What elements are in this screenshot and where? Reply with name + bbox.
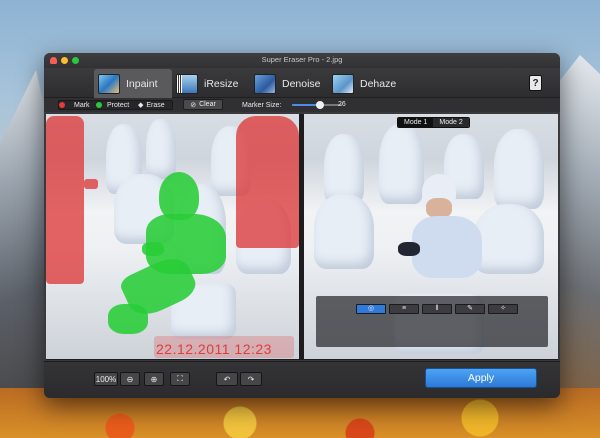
mode-2-button[interactable]: Mode 2 bbox=[433, 118, 469, 127]
protect-dot-icon bbox=[96, 102, 102, 108]
iresize-icon bbox=[176, 73, 198, 94]
mark-label: Mark bbox=[74, 101, 90, 109]
fit-to-window-button[interactable]: ⛶ bbox=[170, 372, 190, 386]
tab-inpaint-label: Inpaint bbox=[126, 77, 158, 90]
zoom-out-icon: ⊖ bbox=[126, 374, 134, 384]
mark-dot-icon bbox=[59, 102, 65, 108]
inpaint-icon bbox=[98, 73, 120, 94]
tab-iresize[interactable]: iResize bbox=[172, 69, 250, 98]
window-title: Super Eraser Pro - 2.jpg bbox=[261, 55, 343, 64]
options-bar: Mark Protect ◆ Erase ⊘ Clear Marker Size… bbox=[44, 98, 560, 112]
tab-denoise[interactable]: Denoise bbox=[250, 69, 328, 98]
eraser-icon: ◆ bbox=[138, 102, 144, 109]
marker-size-value: 26 bbox=[338, 101, 346, 108]
mark-mask-person-right bbox=[236, 116, 299, 248]
protect-mask-boots bbox=[108, 304, 148, 334]
pause-tool-button[interactable]: ‖ bbox=[422, 304, 452, 314]
marker-size-caption: Marker Size: bbox=[242, 100, 281, 110]
marker-size-label: Marker Size: bbox=[242, 101, 282, 109]
snow-sculpture bbox=[314, 194, 374, 269]
protect-mask-hand bbox=[142, 242, 164, 256]
tab-denoise-label: Denoise bbox=[282, 77, 321, 90]
zoom-level-button[interactable]: 100% bbox=[94, 372, 118, 386]
snow-sculpture bbox=[146, 119, 176, 179]
date-watermark: 22.12.2011 12:23 bbox=[156, 341, 272, 357]
snow-sculpture bbox=[379, 124, 424, 204]
apply-button[interactable]: Apply bbox=[425, 368, 537, 388]
denoise-icon bbox=[254, 73, 276, 94]
mark-mask-stroke bbox=[84, 179, 98, 189]
target-icon: ◎ bbox=[367, 305, 375, 312]
protect-mask-head bbox=[159, 172, 199, 220]
mark-option[interactable]: Mark bbox=[59, 100, 90, 110]
target-tool-button[interactable]: ◎ bbox=[356, 304, 386, 314]
wand-icon: ✧ bbox=[500, 305, 506, 312]
brush-icon: ✎ bbox=[467, 305, 473, 312]
edit-canvas[interactable]: 22.12.2011 12:23 bbox=[46, 114, 299, 359]
child-glove bbox=[398, 242, 420, 256]
protect-label: Protect bbox=[107, 101, 130, 109]
help-button[interactable]: ? bbox=[529, 75, 542, 91]
tab-iresize-label: iResize bbox=[204, 77, 239, 90]
mode-tabs: Inpaint iResize Denoise Dehaze bbox=[94, 69, 406, 98]
clear-icon: ⊘ bbox=[190, 101, 197, 109]
redo-button[interactable]: ↷ bbox=[240, 372, 262, 386]
preview-mode-segment: Mode 1 Mode 2 bbox=[397, 117, 470, 128]
zoom-out-button[interactable]: ⊖ bbox=[120, 372, 140, 386]
erase-label: Erase bbox=[146, 101, 165, 109]
child-face bbox=[426, 198, 452, 218]
tab-inpaint[interactable]: Inpaint bbox=[94, 69, 172, 98]
zoom-in-button[interactable]: ⊕ bbox=[144, 372, 164, 386]
tab-dehaze-label: Dehaze bbox=[360, 77, 397, 90]
clear-label: Clear bbox=[199, 101, 216, 108]
snow-sculpture bbox=[474, 204, 544, 274]
main-toolbar: Inpaint iResize Denoise Dehaze ? bbox=[44, 68, 560, 98]
bottom-bar: 100% ⊖ ⊕ ⛶ ↶ ↷ Apply bbox=[44, 361, 560, 398]
clear-button[interactable]: ⊘ Clear bbox=[183, 99, 223, 110]
floating-tool-buttons: ◎ ≡ ‖ ✎ ✧ bbox=[356, 304, 518, 314]
stripes-icon: ≡ bbox=[401, 305, 407, 312]
stripes-tool-button[interactable]: ≡ bbox=[389, 304, 419, 314]
app-window: Super Eraser Pro - 2.jpg Inpaint iResize… bbox=[44, 53, 560, 398]
erase-option[interactable]: ◆ Erase bbox=[138, 100, 165, 110]
marker-size-slider[interactable] bbox=[292, 101, 342, 109]
zoom-in-icon: ⊕ bbox=[150, 374, 158, 384]
redo-icon: ↷ bbox=[247, 374, 255, 384]
tab-dehaze[interactable]: Dehaze bbox=[328, 69, 406, 98]
child-jacket bbox=[412, 216, 482, 278]
protect-option[interactable]: Protect bbox=[96, 100, 129, 110]
wand-tool-button[interactable]: ✧ bbox=[488, 304, 518, 314]
undo-icon: ↶ bbox=[223, 374, 231, 384]
fit-icon: ⛶ bbox=[177, 374, 183, 383]
title-bar: Super Eraser Pro - 2.jpg bbox=[44, 53, 560, 68]
mark-mask-person-left bbox=[46, 116, 84, 284]
image-panes: 22.12.2011 12:23 Mode 1 Mode 2 ◎ ≡ ‖ ✎ ✧ bbox=[46, 114, 558, 360]
pause-icon: ‖ bbox=[435, 305, 439, 312]
undo-button[interactable]: ↶ bbox=[216, 372, 238, 386]
mode-1-button[interactable]: Mode 1 bbox=[398, 118, 434, 127]
brush-tool-button[interactable]: ✎ bbox=[455, 304, 485, 314]
marker-size-slider-knob[interactable] bbox=[315, 101, 324, 109]
snow-sculpture bbox=[494, 129, 544, 209]
floating-tool-bar: ◎ ≡ ‖ ✎ ✧ bbox=[316, 296, 548, 347]
dehaze-icon bbox=[332, 73, 354, 94]
